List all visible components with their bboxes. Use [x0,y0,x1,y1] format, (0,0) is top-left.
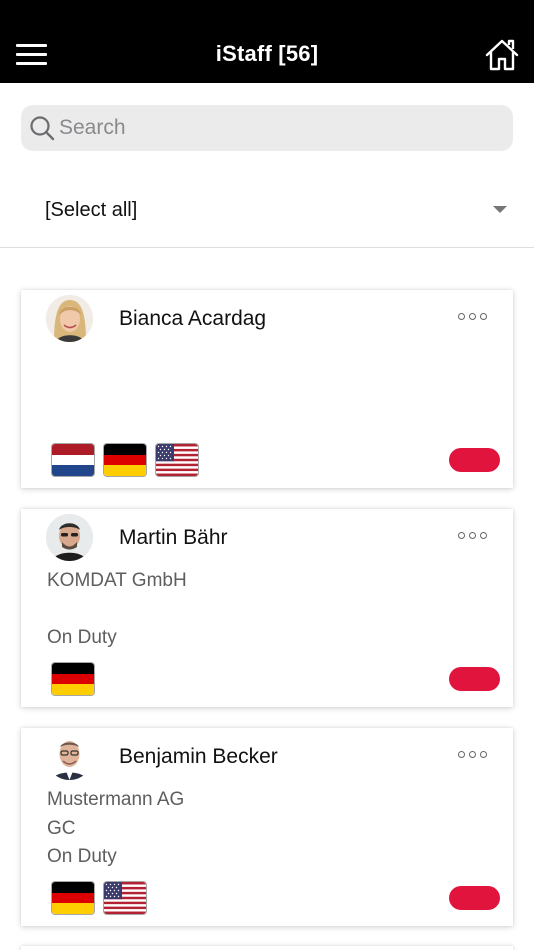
page-title: iStaff [56] [215,41,319,66]
staff-name: Bianca Acardag [119,307,267,330]
more-options-icon[interactable] [453,308,493,324]
staff-status: On Duty [47,627,117,648]
more-options-icon[interactable] [453,527,493,543]
staff-name: Benjamin Becker [119,745,278,768]
staff-role: GC [47,818,76,839]
staff-card[interactable]: Bianca Acardag [21,290,513,488]
germany-flag-icon [104,444,146,476]
dropdown-arrow-icon [493,206,507,213]
avatar [46,295,93,342]
filter-dropdown[interactable]: [Select all] [0,180,534,240]
status-toggle[interactable] [449,667,500,691]
more-options-icon[interactable] [453,746,493,762]
staff-status: On Duty [47,846,117,867]
search-bar[interactable] [21,105,513,151]
home-icon[interactable] [484,37,520,73]
staff-card[interactable]: Benjamin Becker Mustermann AG GC On Duty [21,728,513,926]
netherlands-flag-icon [52,444,94,476]
germany-flag-icon [52,882,94,914]
usa-flag-icon [104,882,146,914]
staff-card[interactable] [21,946,513,950]
staff-company: Mustermann AG [47,789,185,810]
app-header: iStaff [56] [0,0,534,83]
staff-company: KOMDAT GmbH [47,570,187,591]
language-flags [52,882,146,914]
staff-name: Martin Bähr [119,526,228,549]
usa-flag-icon [156,444,198,476]
avatar [46,733,93,780]
status-toggle[interactable] [449,448,500,472]
language-flags [52,444,198,476]
filter-selected-value: [Select all] [45,199,138,221]
search-icon [29,115,55,141]
germany-flag-icon [52,663,94,695]
divider [0,247,534,248]
staff-card[interactable]: Martin Bähr KOMDAT GmbH On Duty [21,509,513,707]
search-input[interactable] [59,105,499,151]
language-flags [52,663,94,695]
status-toggle[interactable] [449,886,500,910]
avatar [46,514,93,561]
